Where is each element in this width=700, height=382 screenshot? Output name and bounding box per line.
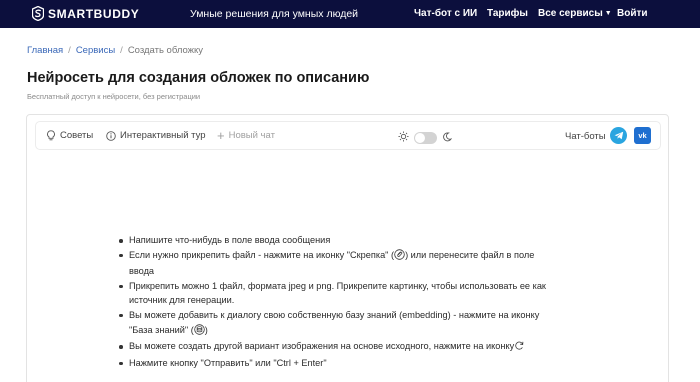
list-item: Если нужно прикрепить файл - нажмите на … (119, 248, 559, 279)
interactive-tour-button[interactable]: Интерактивный тур (106, 130, 206, 141)
toggle-knob (415, 133, 425, 143)
list-item: Нажмите кнопку "Отправить" или "Ctrl + E… (119, 356, 559, 371)
top-navbar: SMARTBUDDY Умные решения для умных людей… (0, 0, 700, 28)
telegram-icon (614, 127, 624, 145)
chatbots-label: Чат-боты (565, 131, 606, 142)
nav-services-label: Все сервисы (538, 8, 603, 19)
page-subtitle: Бесплатный доступ к нейросети, без регис… (27, 92, 201, 101)
database-icon (194, 323, 205, 340)
tip-text: Если нужно прикрепить файл - нажмите на … (129, 249, 395, 260)
sun-icon (398, 129, 409, 147)
logo-text: SMARTBUDDY (48, 6, 140, 21)
chat-toolbar: Советы Интерактивный тур + Новый чат Чат… (35, 121, 661, 150)
info-icon (106, 130, 120, 141)
new-chat-label: Новый чат (228, 130, 275, 141)
tip-text: Вы можете создать другой вариант изображ… (129, 341, 515, 352)
list-item: Напишите что-нибудь в поле ввода сообщен… (119, 233, 559, 248)
tip-text: Вы можете добавить к диалогу свою собств… (129, 309, 540, 335)
plus-icon: + (217, 127, 225, 143)
breadcrumb: Главная / Сервисы / Создать обложку (27, 45, 203, 56)
tips-button[interactable]: Советы (46, 130, 93, 141)
lightbulb-icon (46, 130, 60, 141)
breadcrumb-separator: / (120, 45, 123, 56)
tip-text: Напишите что-нибудь в поле ввода сообщен… (129, 235, 331, 245)
nav-chat-link[interactable]: Чат-бот с ИИ (414, 8, 477, 19)
vk-button[interactable]: vk (634, 127, 651, 144)
logo[interactable]: SMARTBUDDY (32, 6, 139, 21)
list-item: Вы можете добавить к диалогу свою собств… (119, 308, 559, 339)
chevron-down-icon: ▼ (604, 10, 612, 17)
list-item: Вы можете создать другой вариант изображ… (119, 339, 559, 356)
breadcrumb-home[interactable]: Главная (27, 45, 63, 56)
theme-switcher (398, 129, 453, 147)
nav-services-dropdown[interactable]: Все сервисы ▼ (538, 8, 612, 19)
tip-text: Нажмите кнопку "Отправить" или "Ctrl + E… (129, 357, 327, 368)
breadcrumb-services[interactable]: Сервисы (76, 45, 115, 56)
tip-text: ) (204, 324, 208, 335)
regenerate-icon (514, 340, 525, 356)
new-chat-button[interactable]: + Новый чат (217, 127, 275, 143)
moon-icon (442, 129, 453, 147)
tip-text: Прикрепить можно 1 файл, формата jpeg и … (129, 280, 546, 306)
chat-panel: Советы Интерактивный тур + Новый чат Чат… (26, 114, 669, 382)
interactive-tour-label: Интерактивный тур (120, 130, 206, 141)
login-link[interactable]: Войти (617, 8, 648, 19)
logo-icon (32, 6, 44, 21)
theme-toggle[interactable] (414, 132, 437, 144)
tips-label: Советы (60, 130, 94, 141)
breadcrumb-current: Создать обложку (127, 45, 204, 56)
vk-icon: vk (638, 131, 647, 140)
breadcrumb-separator: / (68, 45, 71, 56)
paperclip-icon (394, 248, 405, 265)
tagline: Умные решения для умных людей (190, 8, 359, 20)
tips-list: Напишите что-нибудь в поле ввода сообщен… (119, 233, 559, 370)
list-item: Прикрепить можно 1 файл, формата jpeg и … (119, 279, 559, 308)
telegram-button[interactable] (610, 127, 627, 144)
page-title: Нейросеть для создания обложек по описан… (27, 70, 370, 86)
nav-tariffs-link[interactable]: Тарифы (487, 8, 528, 19)
